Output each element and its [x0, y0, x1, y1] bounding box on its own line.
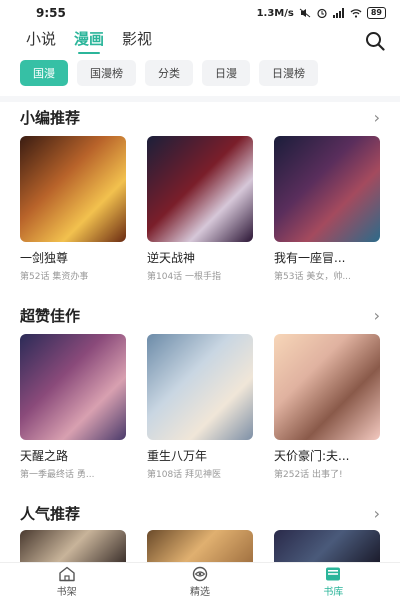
- nav-label: 书架: [56, 586, 77, 598]
- search-icon[interactable]: [364, 30, 386, 52]
- section-title: 人气推荐: [20, 504, 81, 523]
- comic-latest-chapter: 第104话 一根手指: [147, 272, 222, 282]
- comic-title: 天醒之路: [20, 449, 69, 463]
- comic-cover[interactable]: [147, 136, 253, 242]
- chip-guoman[interactable]: 国漫: [20, 60, 68, 86]
- battery-icon: 89: [366, 7, 386, 19]
- comic-card[interactable]: 逆天战神 第104话 一根手指: [147, 136, 253, 282]
- comic-card[interactable]: [20, 530, 126, 564]
- comic-cover[interactable]: [20, 136, 126, 242]
- section-title: 超赞佳作: [20, 306, 81, 325]
- comic-cover[interactable]: [147, 530, 253, 564]
- comic-card[interactable]: 一剑独尊 第52话 集资办事: [20, 136, 126, 282]
- comic-title: 一剑独尊: [20, 251, 69, 265]
- signal-icon: [332, 8, 344, 18]
- chip-category[interactable]: 分类: [145, 60, 193, 86]
- comic-cover[interactable]: [147, 334, 253, 440]
- comic-card[interactable]: 天醒之路 第一季最终话 勇...: [20, 334, 126, 480]
- comic-card[interactable]: [274, 530, 380, 564]
- comic-title: 重生八万年: [147, 449, 208, 463]
- section-header[interactable]: 超赞佳作 ›: [20, 304, 380, 326]
- nav-library[interactable]: 书库: [267, 563, 400, 600]
- comic-cover[interactable]: [20, 334, 126, 440]
- section-header[interactable]: 小编推荐 ›: [20, 106, 380, 128]
- section-divider: [0, 96, 400, 102]
- comic-cover[interactable]: [274, 136, 380, 242]
- tab-novel[interactable]: 小说: [26, 28, 56, 53]
- top-nav: 小说 漫画 影视: [0, 26, 400, 54]
- comic-card[interactable]: 重生八万年 第108话 拜见神医: [147, 334, 253, 480]
- comic-row: 一剑独尊 第52话 集资办事 逆天战神 第104话 一根手指 我有一座冒... …: [20, 136, 380, 282]
- section-header[interactable]: 人气推荐 ›: [20, 502, 380, 524]
- chip-guoman-rank[interactable]: 国漫榜: [77, 60, 136, 86]
- category-chips: 国漫 国漫榜 分类 日漫 日漫榜: [20, 60, 318, 86]
- eye-icon: [192, 566, 208, 581]
- mute-icon: [299, 8, 311, 18]
- section-title: 小编推荐: [20, 108, 81, 127]
- wifi-icon: [350, 9, 362, 18]
- nav-label: 书库: [323, 586, 344, 598]
- tab-video[interactable]: 影视: [122, 28, 152, 53]
- network-speed: 1.3M/s: [256, 7, 294, 19]
- comic-title: 逆天战神: [147, 251, 196, 265]
- library-icon: [326, 567, 341, 580]
- status-time: 9:55: [36, 6, 66, 20]
- home-icon: [58, 566, 75, 581]
- tab-comics[interactable]: 漫画: [74, 28, 104, 54]
- chip-riman[interactable]: 日漫: [202, 60, 250, 86]
- comic-latest-chapter: 第52话 集资办事: [20, 272, 89, 282]
- status-bar: 9:55 1.3M/s 89: [0, 0, 400, 26]
- comic-cover[interactable]: [274, 530, 380, 564]
- comic-row: 天醒之路 第一季最终话 勇... 重生八万年 第108话 拜见神医 天价豪门:夫…: [20, 334, 380, 480]
- comic-latest-chapter: 第108话 拜见神医: [147, 470, 222, 480]
- chip-riman-rank[interactable]: 日漫榜: [259, 60, 318, 86]
- nav-bookshelf[interactable]: 书架: [0, 563, 133, 600]
- comic-card[interactable]: 我有一座冒... 第53话 美女，帅...: [274, 136, 380, 282]
- alarm-icon: [317, 8, 327, 18]
- comic-card[interactable]: 天价豪门:夫... 第252话 出事了!: [274, 334, 380, 480]
- comic-row: [20, 530, 380, 564]
- comic-title: 天价豪门:夫...: [274, 449, 350, 463]
- nav-featured[interactable]: 精选: [133, 563, 266, 600]
- comic-title: 我有一座冒...: [274, 251, 346, 265]
- comic-latest-chapter: 第252话 出事了!: [274, 470, 343, 480]
- comic-latest-chapter: 第一季最终话 勇...: [20, 470, 95, 480]
- comic-card[interactable]: [147, 530, 253, 564]
- comic-latest-chapter: 第53话 美女，帅...: [274, 272, 351, 282]
- chevron-right-icon[interactable]: ›: [374, 108, 380, 127]
- comic-cover[interactable]: [20, 530, 126, 564]
- nav-label: 精选: [189, 586, 210, 598]
- comic-cover[interactable]: [274, 334, 380, 440]
- bottom-nav: 书架 精选 书库: [0, 562, 400, 600]
- chevron-right-icon[interactable]: ›: [374, 504, 380, 523]
- chevron-right-icon[interactable]: ›: [374, 306, 380, 325]
- status-indicators: 1.3M/s 89: [257, 7, 386, 19]
